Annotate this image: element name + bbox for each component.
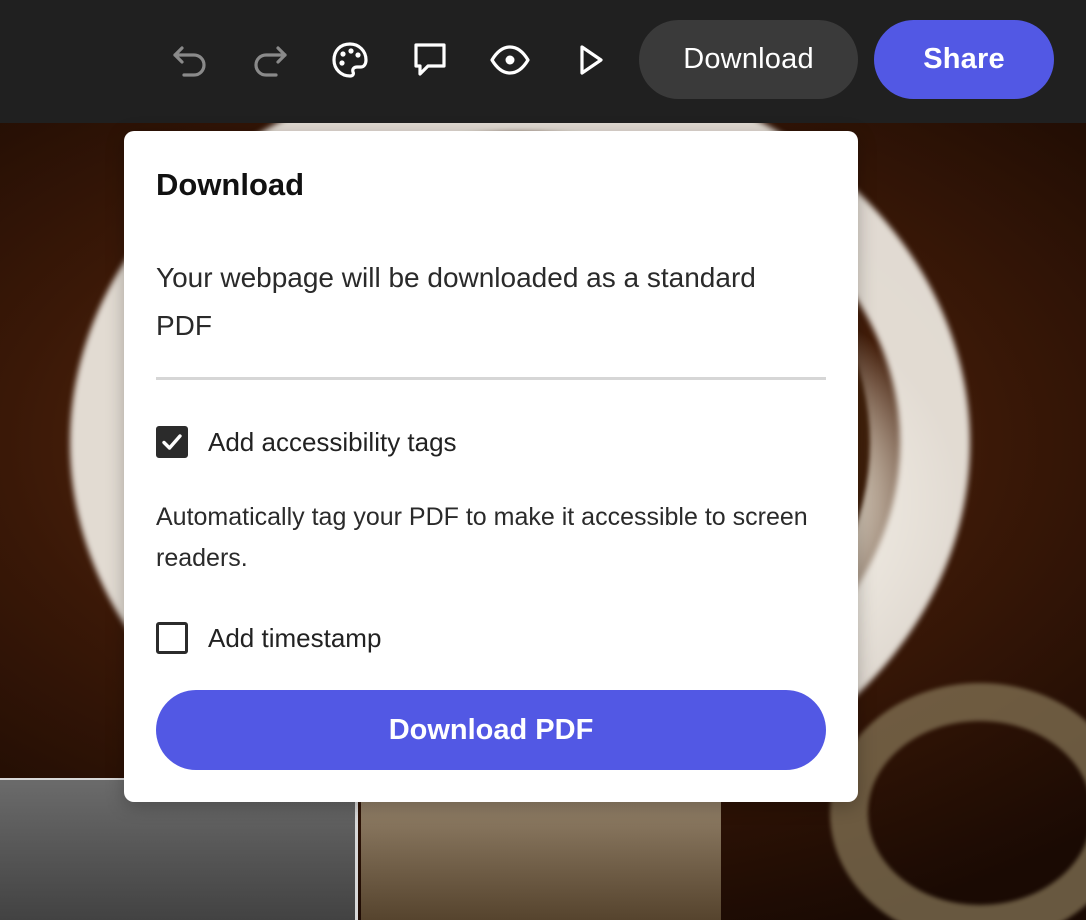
timestamp-checkbox[interactable] — [156, 622, 188, 654]
comment-icon[interactable] — [408, 38, 452, 82]
download-popover: Download Your webpage will be downloaded… — [124, 131, 858, 802]
top-toolbar: Download Share — [0, 0, 1086, 123]
background-photo-handle — [830, 683, 1086, 920]
accessibility-help-text: Automatically tag your PDF to make it ac… — [156, 503, 808, 572]
undo-icon[interactable] — [168, 38, 212, 82]
popover-description: Your webpage will be downloaded as a sta… — [156, 262, 756, 341]
download-button[interactable]: Download — [639, 20, 858, 99]
timestamp-option[interactable]: Add timestamp — [156, 622, 381, 654]
share-button[interactable]: Share — [874, 20, 1054, 99]
eye-icon[interactable] — [488, 38, 532, 82]
timestamp-label: Add timestamp — [208, 622, 382, 653]
palette-icon[interactable] — [328, 38, 372, 82]
accessibility-tags-option[interactable]: Add accessibility tags — [156, 426, 457, 458]
redo-icon[interactable] — [248, 38, 292, 82]
accessibility-tags-checkbox[interactable] — [156, 426, 188, 458]
download-pdf-button[interactable]: Download PDF — [156, 690, 826, 770]
play-icon[interactable] — [568, 38, 612, 82]
accessibility-tags-label: Add accessibility tags — [208, 426, 457, 457]
popover-divider — [156, 377, 826, 380]
checkmark-icon — [162, 434, 182, 450]
popover-title: Download — [156, 167, 305, 202]
